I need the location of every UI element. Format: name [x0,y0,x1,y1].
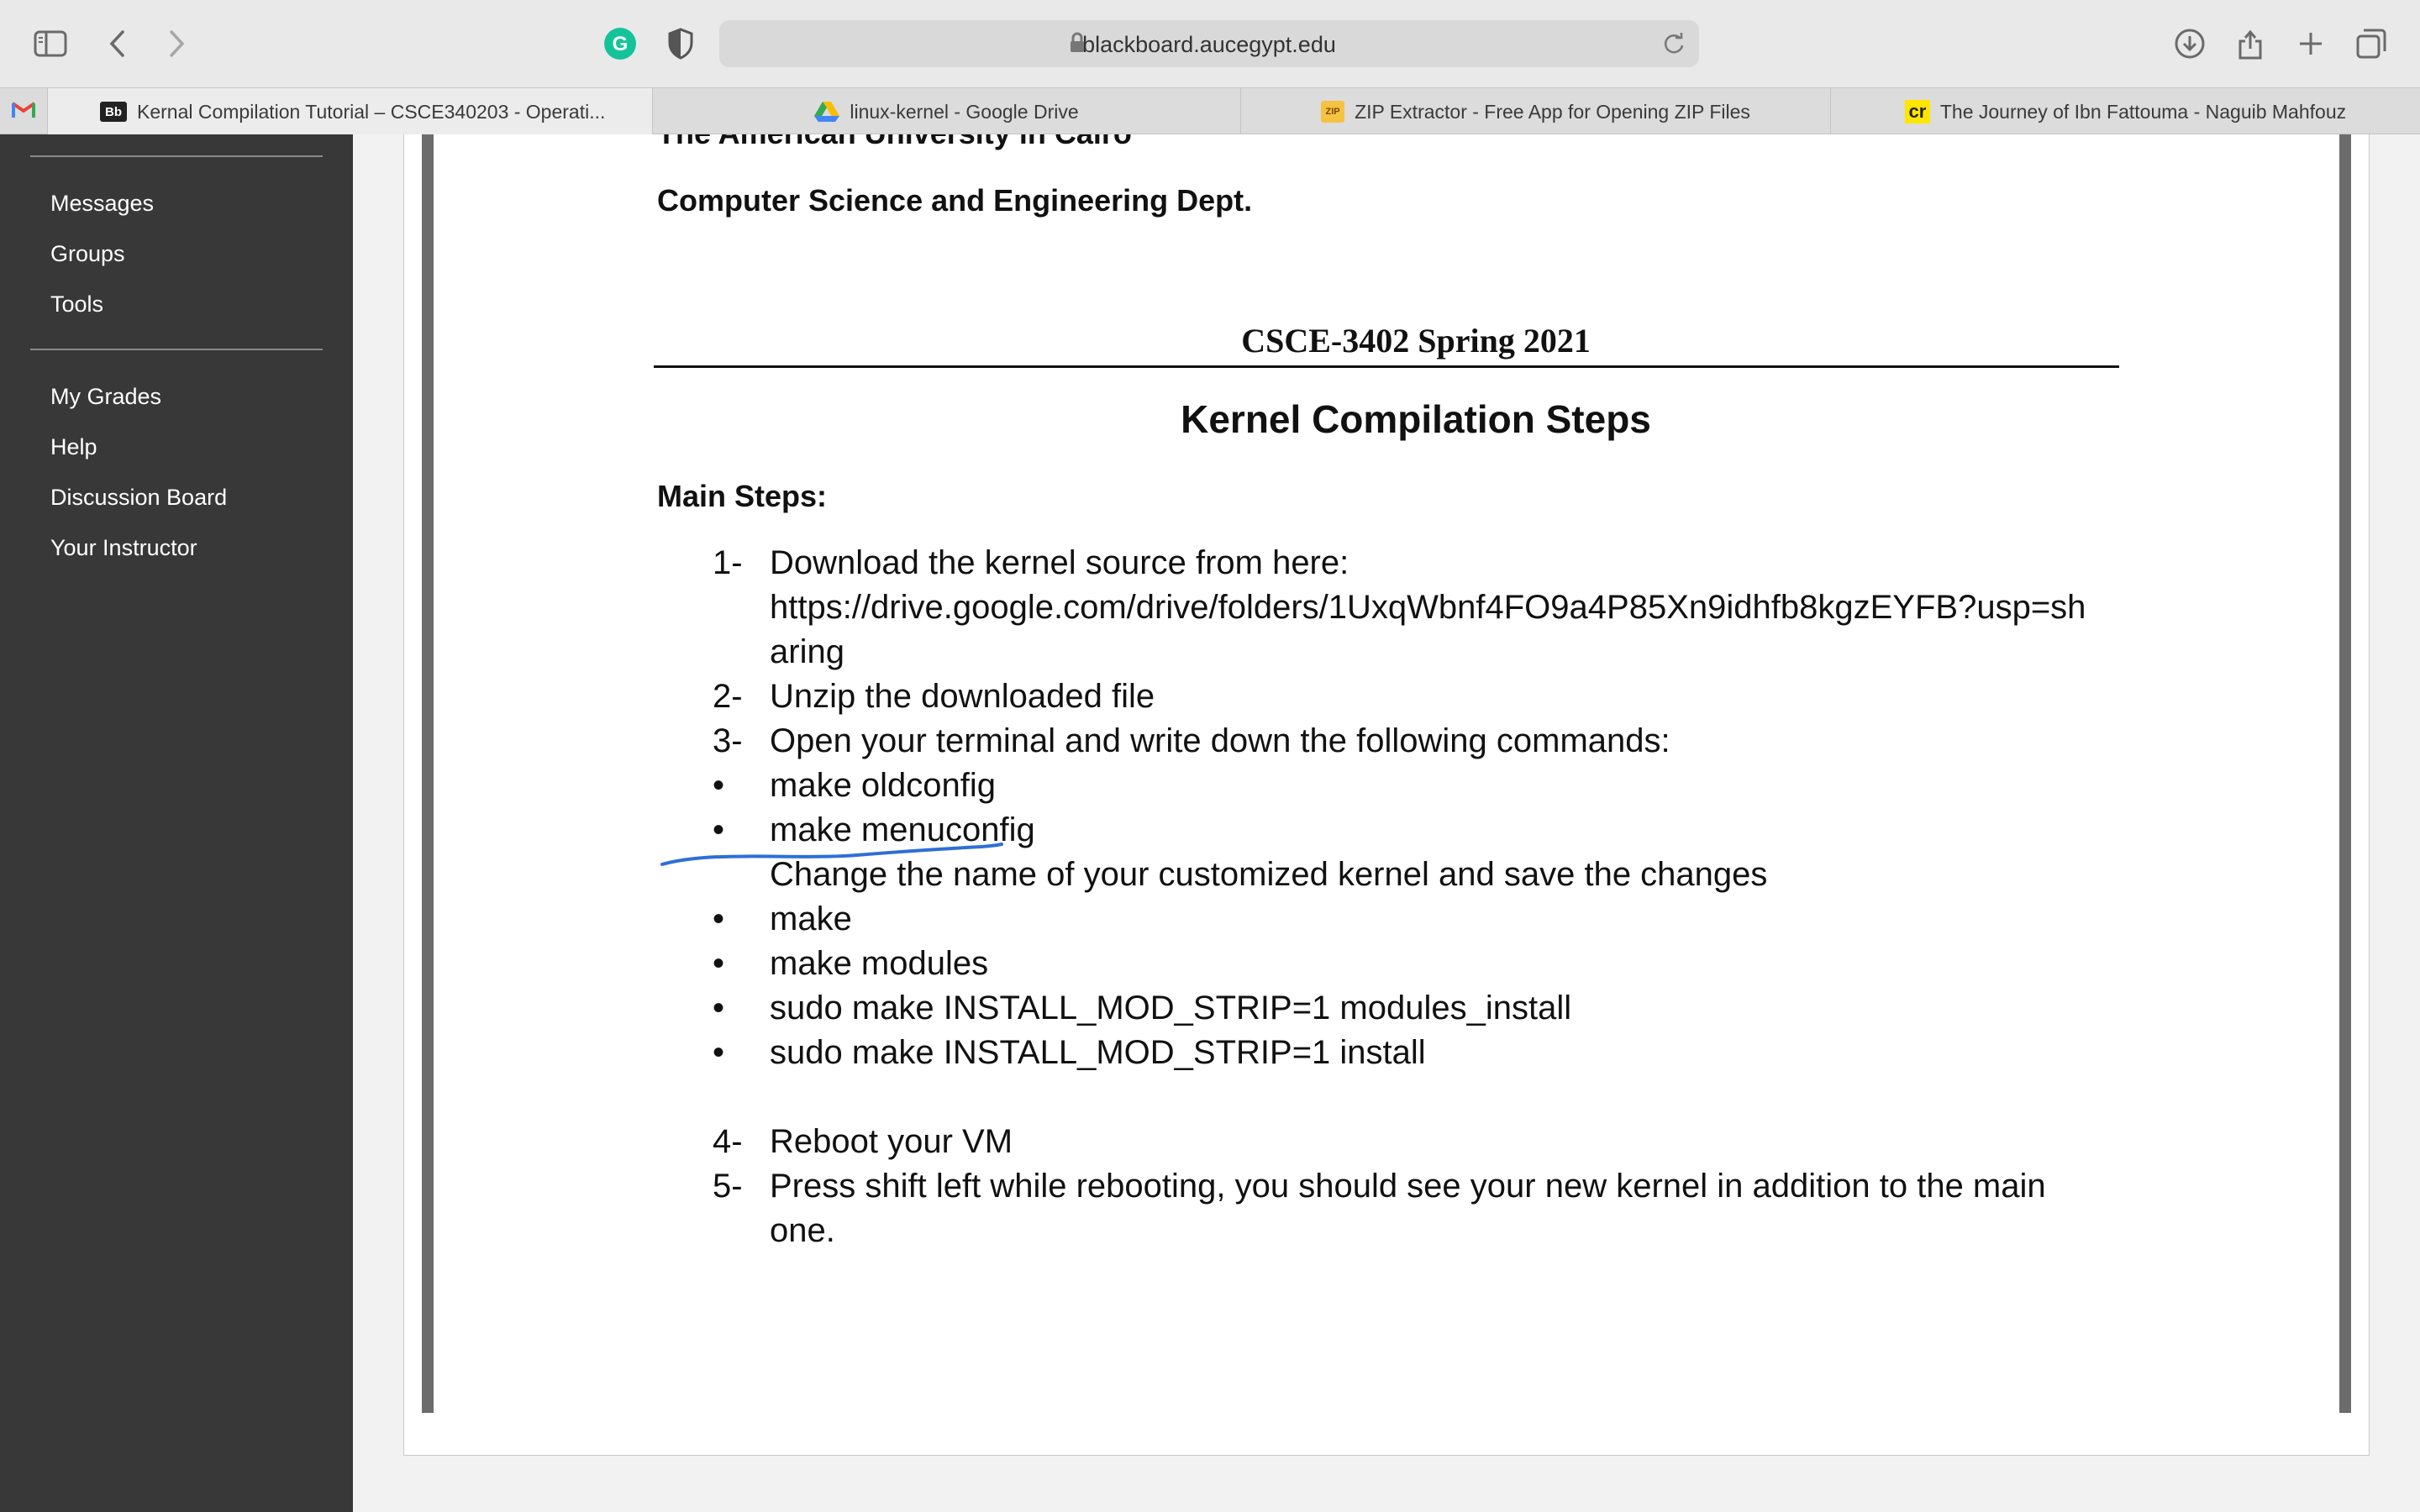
browser-toolbar: G blackboard.aucegypt.edu [0,0,2420,87]
step-text: Press shift left while rebooting, you sh… [770,1168,2046,1205]
google-drive-icon [814,100,840,123]
sidebar-item-your-instructor[interactable]: Your Instructor [50,535,197,561]
address-bar[interactable]: blackboard.aucegypt.edu [719,20,1699,67]
tab-label: The Journey of Ibn Fattouma - Naguib Mah… [1939,100,2347,123]
zip-icon: ZIP [1321,101,1345,123]
sidebar-toggle-icon[interactable] [29,22,72,66]
command-text: make menuconfig [770,811,1035,848]
share-icon[interactable] [2228,22,2272,66]
step-text: Unzip the downloaded file [770,678,1155,715]
department-name: Computer Science and Engineering Dept. [657,183,1253,218]
step-number: 2- [713,678,743,715]
document-page: The American University in Cairo Compute… [437,134,2336,1413]
download-link[interactable]: https://drive.google.com/drive/folders/1… [770,589,2086,627]
bullet: • [713,900,725,937]
sidebar-item-groups[interactable]: Groups [50,241,125,267]
header-rule [654,365,2119,368]
step-text: Download the kernel source from here: [770,544,1349,581]
tab-bar: Bb Kernal Compilation Tutorial – CSCE340… [0,87,2420,135]
grammarly-extension-icon[interactable]: G [598,22,642,66]
downloads-icon[interactable] [2168,22,2212,66]
back-icon[interactable] [96,22,139,66]
command-text: make oldconfig [770,767,997,804]
main-steps-heading: Main Steps: [657,479,828,513]
step-number: 5- [713,1168,743,1205]
svg-text:G: G [613,33,629,55]
bullet: • [713,1034,725,1071]
tab-ibn-fattouma[interactable]: cr The Journey of Ibn Fattouma - Naguib … [1830,88,2420,135]
sidebar-divider [30,155,323,157]
lock-icon [1069,32,1086,58]
command-text: make [770,900,852,937]
step-number: 1- [713,544,743,581]
cr-icon: cr [1904,100,1930,123]
step-number: 4- [713,1123,743,1160]
sidebar-divider [30,349,323,350]
url-text: blackboard.aucegypt.edu [1082,32,1336,57]
privacy-shield-icon[interactable] [659,22,702,66]
bullet: • [713,811,725,848]
command-text: sudo make INSTALL_MOD_STRIP=1 modules_in… [770,990,1572,1026]
gmail-icon [11,100,36,123]
command-text: make modules [770,945,989,982]
document-title: Kernel Compilation Steps [1181,397,1651,441]
command-text: sudo make INSTALL_MOD_STRIP=1 install [770,1034,1426,1071]
course-sidebar: Messages Groups Tools My Grades Help Dis… [0,134,353,1512]
sidebar-item-discussion-board[interactable]: Discussion Board [50,485,227,511]
tab-label: linux-kernel - Google Drive [850,100,1079,123]
sidebar-item-tools[interactable]: Tools [50,291,103,318]
bullet: • [713,767,725,804]
blackboard-icon: Bb [100,102,127,122]
sidebar-item-help[interactable]: Help [50,434,97,460]
tab-kernel-tutorial[interactable]: Bb Kernal Compilation Tutorial – CSCE340… [47,88,652,135]
tab-gmail[interactable] [0,88,47,135]
step-number: 3- [713,722,743,759]
download-link[interactable]: aring [770,633,844,671]
step-text: one. [770,1212,835,1249]
step-text: Open your terminal and write down the fo… [770,722,1670,759]
tab-google-drive[interactable]: linux-kernel - Google Drive [652,88,1240,135]
course-title: CSCE-3402 Spring 2021 [1241,322,1591,360]
sidebar-item-messages[interactable]: Messages [50,191,154,217]
new-tab-icon[interactable] [2289,22,2333,66]
step-text: Reboot your VM [770,1123,1013,1160]
command-note: Change the name of your customized kerne… [770,856,1768,893]
document-left-border [422,134,434,1413]
tab-zip-extractor[interactable]: ZIP ZIP Extractor - Free App for Opening… [1240,88,1830,135]
tab-label: ZIP Extractor - Free App for Opening ZIP… [1355,100,1750,123]
sidebar-item-my-grades[interactable]: My Grades [50,384,161,410]
bullet: • [713,945,725,982]
reload-icon[interactable] [1662,32,1686,60]
tab-overview-icon[interactable] [2349,22,2393,66]
university-name: The American University in Cairo [657,134,1132,151]
document-scrollbar[interactable] [2339,134,2351,1413]
bullet: • [713,990,725,1026]
forward-icon[interactable] [155,22,198,66]
tab-label: Kernal Compilation Tutorial – CSCE340203… [137,100,606,123]
